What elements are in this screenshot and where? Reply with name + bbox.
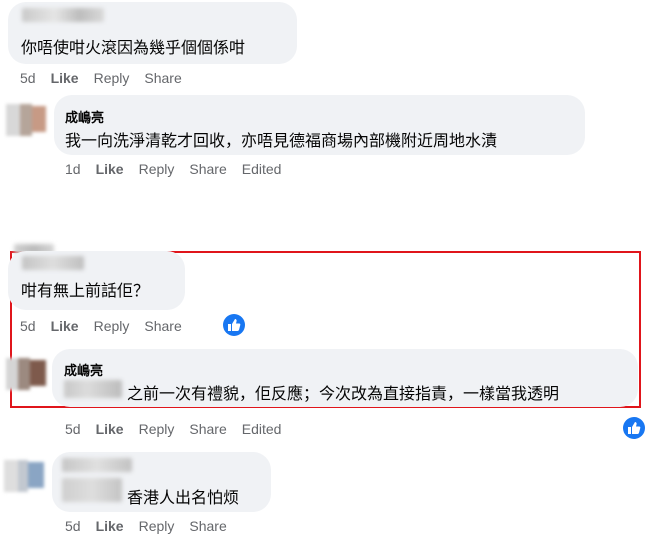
blurred-author-name (62, 458, 132, 472)
like-button[interactable]: Like (96, 518, 124, 534)
share-button[interactable]: Share (189, 161, 226, 177)
comment-text: 咁有無上前話佢？ (21, 283, 150, 300)
blurred-mention (64, 380, 122, 398)
avatar[interactable] (6, 358, 46, 390)
edited-label[interactable]: Edited (242, 161, 282, 177)
share-button[interactable]: Share (144, 318, 181, 334)
timestamp[interactable]: 5d (65, 518, 81, 534)
comment-actions: 5d Like Reply Share (20, 70, 197, 86)
avatar[interactable] (4, 460, 44, 492)
timestamp[interactable]: 5d (20, 70, 36, 86)
timestamp[interactable]: 5d (20, 318, 36, 334)
comment-actions: 5d Like Reply Share Edited (65, 421, 296, 437)
share-button[interactable]: Share (189, 518, 226, 534)
like-button[interactable]: Like (96, 421, 124, 437)
like-button[interactable]: Like (51, 70, 79, 86)
comment-text: 我一向洗淨清乾才回收，亦唔見德福商場內部機附近周地水漬 (65, 133, 498, 150)
share-button[interactable]: Share (144, 70, 181, 86)
like-reaction-icon[interactable] (223, 314, 245, 336)
comment-actions: 5d Like Reply Share (20, 318, 197, 334)
comment-text: 之前一次有禮貌，佢反應；今次改為直接指責，一樣當我透明 (127, 386, 560, 403)
comment-text: 香港人出名怕烦 (127, 490, 240, 507)
comment-author[interactable]: 成嶋亮 (64, 360, 103, 379)
like-button[interactable]: Like (96, 161, 124, 177)
comment-text: 你唔使咁火滾因為幾乎個個係咁 (21, 40, 246, 57)
comment-actions: 1d Like Reply Share Edited (65, 161, 296, 177)
blurred-mention (62, 478, 122, 502)
timestamp[interactable]: 5d (65, 421, 81, 437)
reply-button[interactable]: Reply (94, 318, 130, 334)
reply-button[interactable]: Reply (139, 161, 175, 177)
comment-actions: 5d Like Reply Share (65, 518, 242, 534)
comment-author[interactable]: 成嶋亮 (65, 107, 104, 126)
timestamp[interactable]: 1d (65, 161, 81, 177)
reply-button[interactable]: Reply (139, 421, 175, 437)
blurred-author-name (22, 8, 104, 22)
reply-button[interactable]: Reply (139, 518, 175, 534)
avatar[interactable] (6, 104, 46, 136)
share-button[interactable]: Share (189, 421, 226, 437)
reply-button[interactable]: Reply (94, 70, 130, 86)
edited-label[interactable]: Edited (242, 421, 282, 437)
like-button[interactable]: Like (51, 318, 79, 334)
blurred-author-name (22, 256, 84, 270)
like-reaction-icon[interactable] (623, 417, 645, 439)
